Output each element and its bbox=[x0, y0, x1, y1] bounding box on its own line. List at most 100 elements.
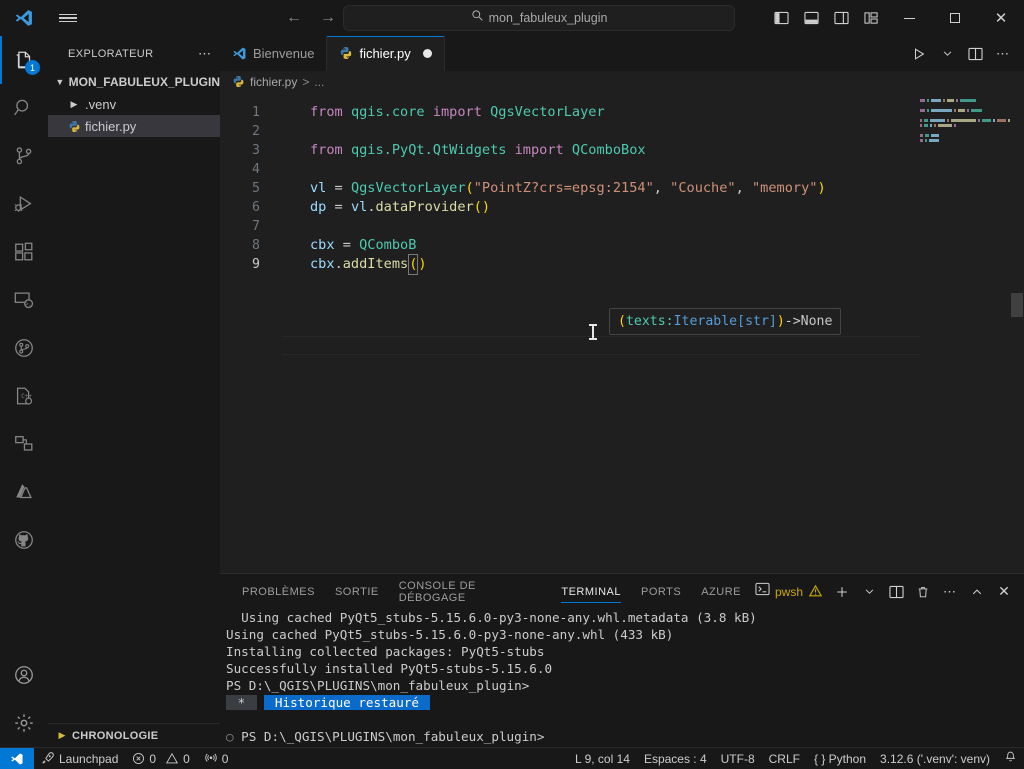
split-terminal-button[interactable] bbox=[884, 574, 908, 609]
maximize-icon[interactable] bbox=[932, 0, 978, 36]
tree-item-fichier-py[interactable]: fichier.py bbox=[48, 115, 220, 137]
terminal-shell-indicator[interactable]: pwsh bbox=[751, 582, 827, 601]
arrow-right-icon[interactable]: → bbox=[320, 10, 336, 26]
close-panel-button[interactable]: ✕ bbox=[992, 574, 1016, 609]
tab-label: fichier.py bbox=[359, 46, 411, 61]
editor-more-actions[interactable]: ⋯ bbox=[990, 36, 1016, 71]
sidebar-item-azure[interactable] bbox=[0, 468, 48, 516]
toggle-panel-icon[interactable] bbox=[796, 0, 826, 36]
panel-tab-terminal[interactable]: TERMINAL bbox=[551, 574, 631, 609]
toggle-primary-sidebar-icon[interactable] bbox=[766, 0, 796, 36]
code-line[interactable]: 4 bbox=[220, 160, 1024, 179]
notifications-button[interactable] bbox=[997, 748, 1024, 769]
remote-window-button[interactable] bbox=[0, 747, 34, 769]
sidebar-item-cpp-tools[interactable]: C++ bbox=[0, 372, 48, 420]
panel-tab-ports[interactable]: PORTS bbox=[631, 574, 691, 609]
sidebar-item-search[interactable] bbox=[0, 84, 48, 132]
editor-scrollbar[interactable] bbox=[1010, 93, 1024, 573]
panel-more-actions[interactable]: ⋯ bbox=[938, 574, 962, 609]
arrow-left-icon[interactable]: ← bbox=[286, 10, 302, 26]
breadcrumb-file[interactable]: fichier.py bbox=[250, 75, 297, 89]
ports-status-item[interactable]: 0 bbox=[197, 748, 236, 769]
minimap-token bbox=[925, 139, 928, 142]
panel-tab-azure[interactable]: AZURE bbox=[691, 574, 751, 609]
language-mode-status-item[interactable]: { } Python bbox=[807, 748, 873, 769]
run-options-dropdown[interactable] bbox=[934, 36, 960, 71]
terminal-output[interactable]: Using cached PyQt5_stubs-5.15.6.0-py3-no… bbox=[220, 609, 1024, 747]
problems-errors-status-item[interactable]: 0 0 bbox=[125, 748, 196, 769]
accounts-button[interactable] bbox=[0, 651, 48, 699]
panel-tab-console-de-d-bogage[interactable]: CONSOLE DE DÉBOGAGE bbox=[389, 574, 552, 609]
maximize-panel-button[interactable] bbox=[965, 574, 989, 609]
new-terminal-button[interactable] bbox=[830, 574, 854, 609]
sidebar-item-github[interactable] bbox=[0, 516, 48, 564]
toggle-secondary-sidebar-icon[interactable] bbox=[826, 0, 856, 36]
sidebar-item-run-and-debug[interactable] bbox=[0, 180, 48, 228]
python-interpreter-status-item[interactable]: 3.12.6 ('.venv': venv) bbox=[873, 748, 997, 769]
code-line[interactable]: 9 cbx.addItems() bbox=[220, 254, 1024, 275]
language-mode-label: { } Python bbox=[813, 751, 867, 766]
ellipsis-icon[interactable]: ⋯ bbox=[198, 46, 212, 62]
timeline-label: CHRONOLOGIE bbox=[72, 729, 159, 742]
encoding-status-item[interactable]: UTF-8 bbox=[714, 748, 762, 769]
source-control-icon bbox=[16, 147, 32, 165]
sidebar-item-remote-explorer[interactable]: >_ bbox=[0, 276, 48, 324]
code-line[interactable]: 5 vl = QgsVectorLayer("PointZ?crs=epsg:21… bbox=[220, 179, 1024, 198]
minimap-token bbox=[920, 109, 925, 112]
command-center-search[interactable]: mon_fabuleux_plugin bbox=[343, 5, 735, 31]
activity-bar: 1 >_ C++ bbox=[0, 36, 48, 747]
sidebar-item-testing[interactable] bbox=[0, 324, 48, 372]
cursor-position-label: L 9, col 14 bbox=[575, 751, 630, 766]
kill-terminal-button[interactable] bbox=[911, 574, 935, 609]
code-line[interactable]: 2 bbox=[220, 122, 1024, 141]
cursor-position-status-item[interactable]: L 9, col 14 bbox=[568, 748, 637, 769]
minimize-icon[interactable] bbox=[886, 0, 932, 36]
dirty-indicator[interactable] bbox=[422, 49, 432, 58]
minimap-line bbox=[920, 129, 1010, 132]
sidebar-item-docker[interactable] bbox=[0, 420, 48, 468]
run-python-file-button[interactable] bbox=[906, 36, 932, 71]
hamburger-menu-icon[interactable] bbox=[48, 0, 88, 36]
timeline-section[interactable]: ▶ CHRONOLOGIE bbox=[48, 723, 220, 747]
minimap-line bbox=[920, 124, 1010, 127]
manage-settings-button[interactable] bbox=[0, 699, 48, 747]
minimap[interactable] bbox=[920, 93, 1010, 573]
python-interpreter-label: 3.12.6 ('.venv': venv) bbox=[880, 751, 990, 766]
code-line[interactable]: 8 cbx = QComboB bbox=[220, 236, 1024, 255]
breadcrumb[interactable]: fichier.py > ... bbox=[220, 71, 1024, 93]
sidebar-item-explorer[interactable]: 1 bbox=[0, 36, 48, 84]
customize-layout-icon[interactable] bbox=[856, 0, 886, 36]
warning-triangle-icon[interactable] bbox=[808, 583, 823, 601]
code-line[interactable]: 7 bbox=[220, 217, 1024, 236]
tab-bienvenue[interactable]: Bienvenue bbox=[220, 36, 328, 71]
sidebar-item-extensions[interactable] bbox=[0, 228, 48, 276]
code-token: vl bbox=[350, 199, 368, 215]
tree-item-venv[interactable]: ▶ .venv bbox=[48, 93, 220, 115]
svg-text:>_: >_ bbox=[25, 301, 32, 308]
panel-tab-probl-mes[interactable]: PROBLÈMES bbox=[232, 574, 325, 609]
launchpad-status-item[interactable]: Launchpad bbox=[34, 748, 125, 769]
split-editor-right-button[interactable] bbox=[962, 36, 988, 71]
scrollbar-thumb[interactable] bbox=[1011, 293, 1023, 317]
sidebar-item-source-control[interactable] bbox=[0, 132, 48, 180]
sig-colon: : bbox=[665, 314, 674, 329]
eol-status-item[interactable]: CRLF bbox=[762, 748, 807, 769]
tree-root-folder[interactable]: ▼ MON_FABULEUX_PLUGIN bbox=[48, 71, 220, 93]
code-editor[interactable]: 1 from qgis.core import QgsVectorLayer 2 3 f… bbox=[220, 93, 1024, 573]
indentation-status-item[interactable]: Espaces : 4 bbox=[637, 748, 714, 769]
breadcrumb-tail[interactable]: ... bbox=[314, 75, 324, 89]
minimap-line bbox=[920, 139, 1010, 142]
tab-fichier-py[interactable]: fichier.py bbox=[327, 36, 445, 71]
code-line[interactable]: 3 from qgis.PyQt.QtWidgets import QComboB… bbox=[220, 141, 1024, 160]
minimap-token bbox=[954, 109, 957, 112]
code-token: . bbox=[334, 256, 343, 272]
ellipsis-icon: ⋯ bbox=[996, 45, 1010, 61]
panel-tab-sortie[interactable]: SORTIE bbox=[325, 574, 389, 609]
close-icon[interactable]: ✕ bbox=[978, 0, 1024, 36]
launchpad-label: Launchpad bbox=[59, 751, 119, 766]
terminal-profile-dropdown[interactable] bbox=[857, 574, 881, 609]
code-line[interactable]: 6 dp = vl.dataProvider() bbox=[220, 198, 1024, 217]
code-line[interactable]: 1 from qgis.core import QgsVectorLayer bbox=[220, 103, 1024, 122]
